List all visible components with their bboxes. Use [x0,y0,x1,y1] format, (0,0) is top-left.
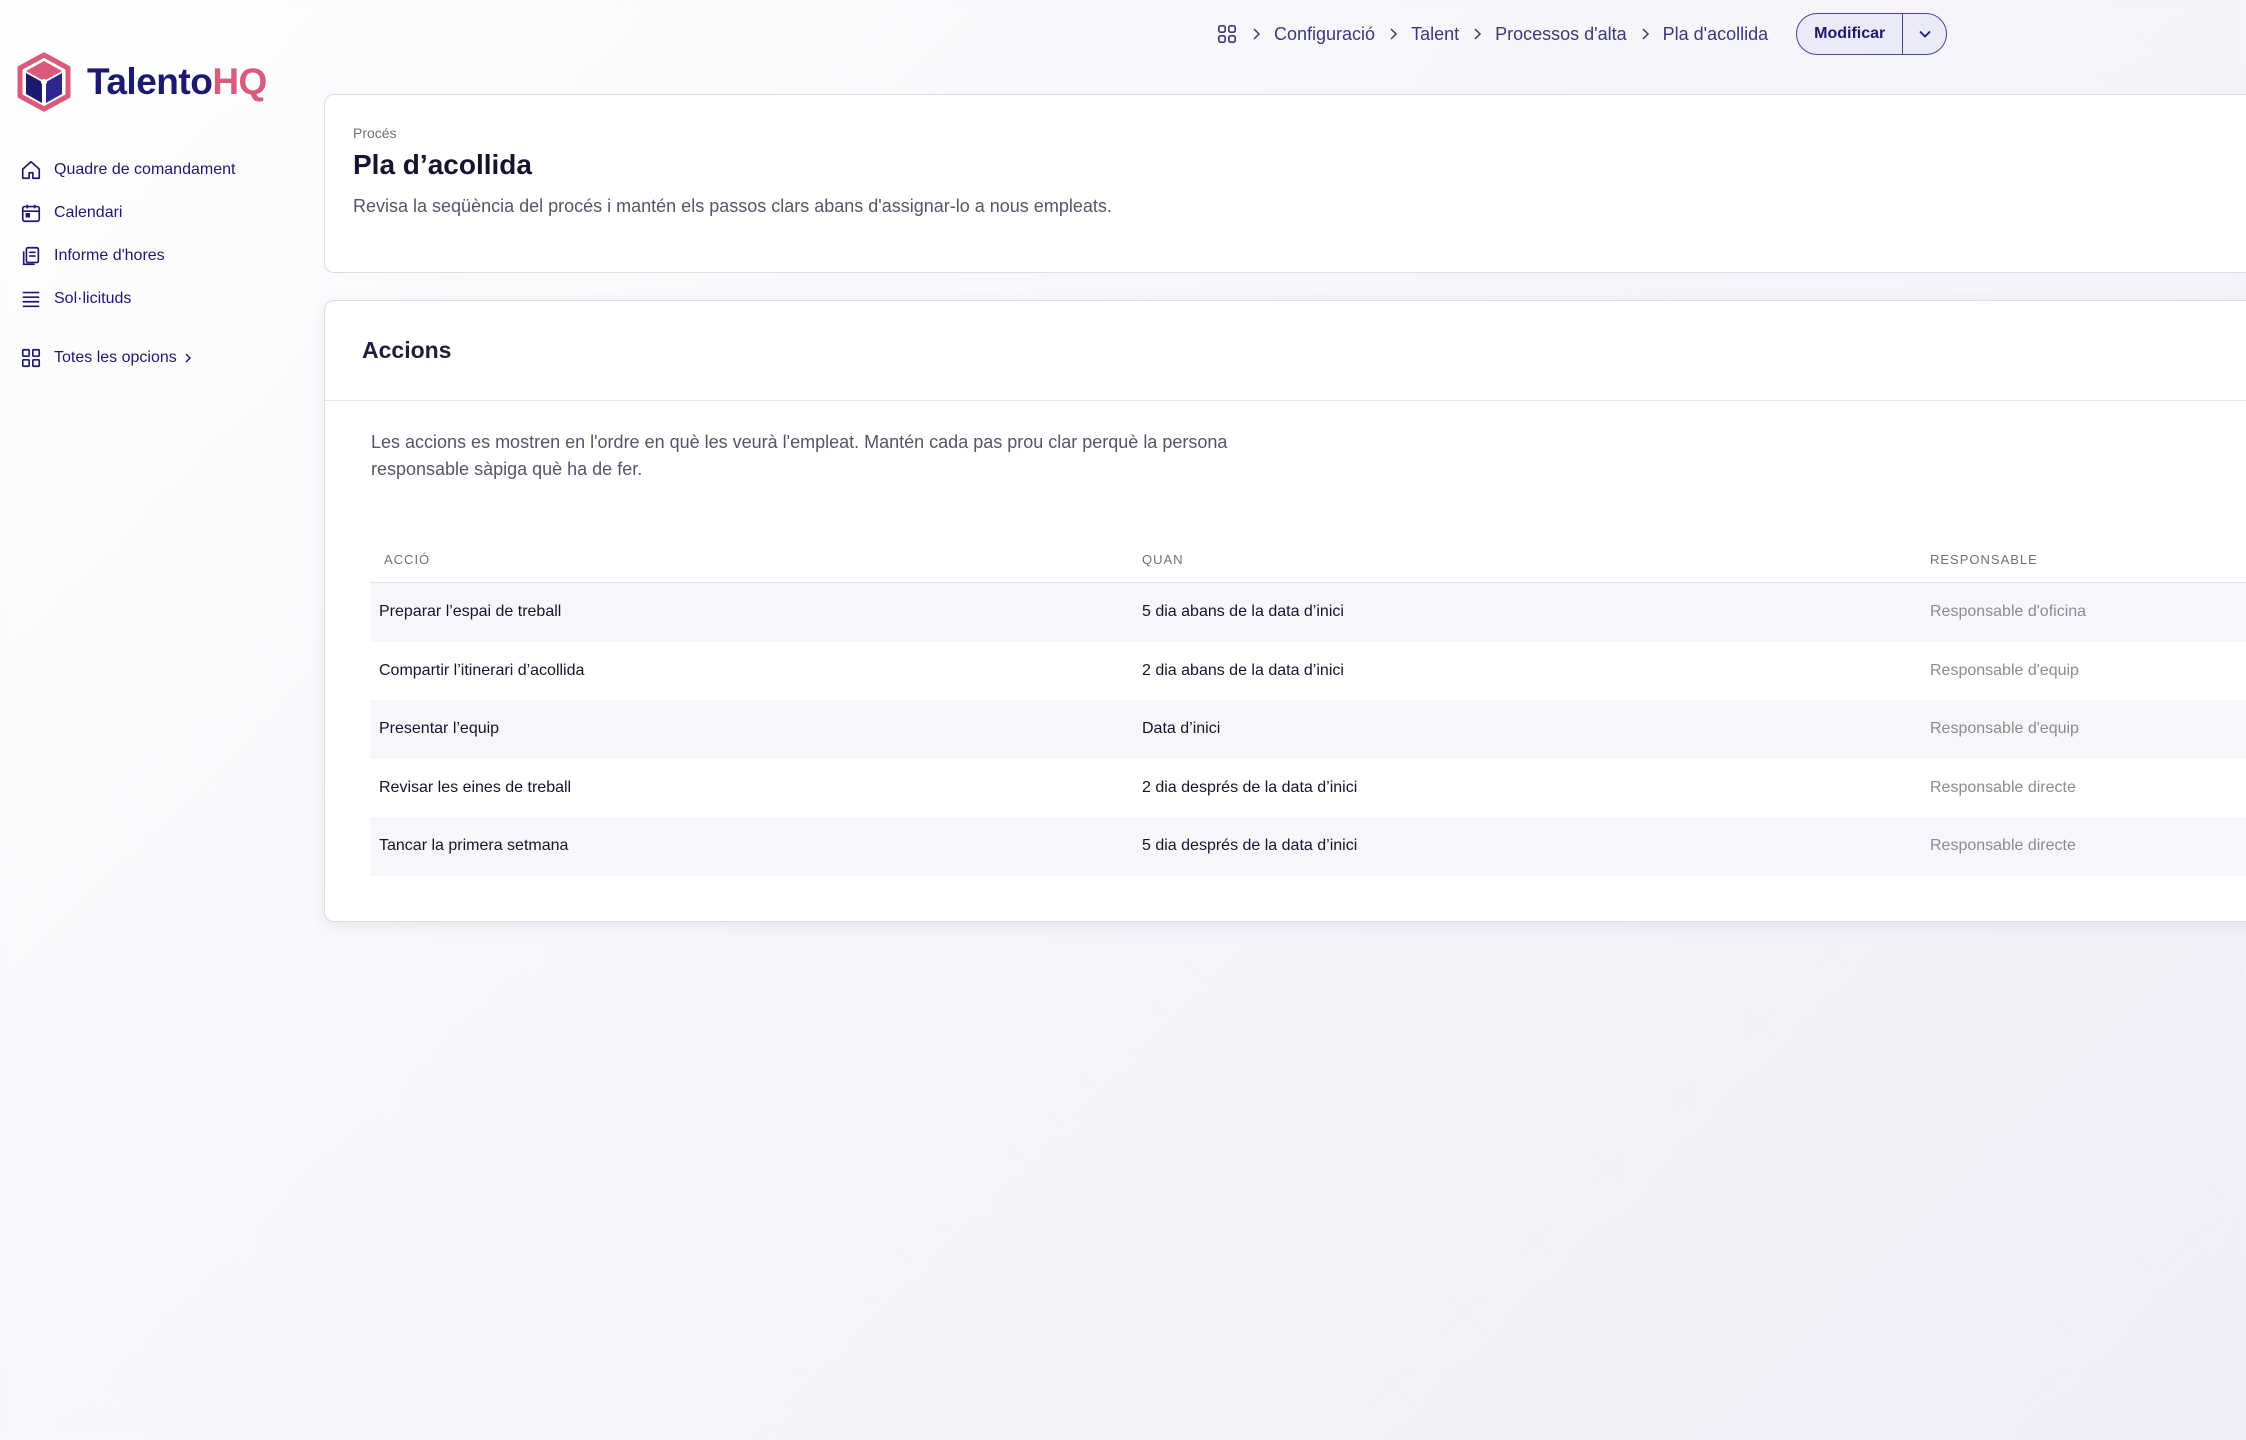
sidebar-item-dashboard[interactable]: Quadre de comandament [20,148,235,191]
table-header: ACCIÓ QUAN RESPONSABLE [370,537,2246,583]
sidebar-item-requests[interactable]: Sol·licituds [20,277,235,320]
brand-name: TalentoHQ [87,61,267,102]
actions-header: Accions [325,301,2246,401]
cell-action: Compartir l’itinerari d’acollida [379,661,585,679]
home-icon [20,159,42,181]
cell-when: 5 dia abans de la data d’inici [1142,603,1344,621]
chevron-right-icon [185,352,191,363]
breadcrumb: Configuració Talent Processos d'alta Pla… [1216,12,1948,56]
breadcrumb-current: Pla d'acollida [1662,23,1769,44]
process-eyebrow: Procés [353,125,397,141]
cell-owner: Responsable d'oficina [1930,603,2087,621]
grid-icon [20,347,42,369]
cell-when: 2 dia abans de la data d’inici [1142,661,1344,679]
brand-logo[interactable]: TalentoHQ [17,52,267,112]
cell-owner: Responsable directe [1930,778,2076,796]
actions-description: Les accions es mostren en l'ordre en què… [371,432,1228,479]
sidebar-item-calendar[interactable]: Calendari [20,191,235,234]
cube-logo-icon [17,52,71,112]
chevron-right-icon [1251,28,1261,40]
cell-when: 5 dia després de la data d’inici [1142,837,1358,855]
sidebar-item-label: Calendari [54,203,123,221]
list-icon [20,288,42,310]
report-icon [20,245,42,267]
table-row[interactable]: Presentar l’equip Data d’inici Responsab… [370,700,2246,759]
cell-when: 2 dia després de la data d’inici [1142,778,1358,796]
chevron-right-icon [1472,28,1482,40]
calendar-icon [20,202,42,224]
sidebar-item-label: Sol·licituds [54,289,132,307]
cell-owner: Responsable directe [1930,837,2076,855]
edit-split-button: Modificar [1796,13,1948,55]
sidebar-item-label: Totes les opcions [54,348,177,366]
chevron-down-icon [1919,30,1931,38]
cell-action: Revisar les eines de treball [379,778,572,796]
cell-owner: Responsable d'equip [1930,720,2079,738]
breadcrumb-configuration[interactable]: Configuració [1274,24,1375,45]
cell-owner: Responsable d'equip [1930,661,2079,679]
process-card: Procés Pla d’acollida Revisa la seqüènci… [324,94,2246,273]
chevron-right-icon [1640,28,1650,40]
sidebar-nav: Quadre de comandament Calendari Informe … [20,148,235,379]
column-header-action: ACCIÓ [384,552,431,567]
sidebar: TalentoHQ Quadre de comandament Calendar… [0,0,310,1440]
chevron-right-icon [1388,28,1398,40]
process-description: Revisa la seqüència del procés i mantén … [353,196,1112,216]
column-header-when: QUAN [1142,552,1184,567]
table-row[interactable]: Revisar les eines de treball 2 dia despr… [370,758,2246,817]
column-header-owner: RESPONSABLE [1930,552,2038,567]
cell-action: Tancar la primera setmana [379,837,569,855]
nav-divider [20,320,235,336]
cell-action: Preparar l’espai de treball [379,603,562,621]
actions-table: ACCIÓ QUAN RESPONSABLE Preparar l’espai … [370,537,2246,876]
table-body: Preparar l’espai de treball 5 dia abans … [370,583,2246,876]
sidebar-item-label: Quadre de comandament [54,160,236,178]
actions-card: Accions Les accions es mostren en l'ordr… [324,300,2246,922]
actions-title: Accions [362,337,452,363]
sidebar-item-label: Informe d'hores [54,246,165,264]
edit-options-toggle[interactable] [1902,14,1946,54]
page-title: Pla d’acollida [353,149,532,180]
sidebar-item-hours-report[interactable]: Informe d'hores [20,234,235,277]
table-row[interactable]: Tancar la primera setmana 5 dia després … [370,817,2246,876]
breadcrumb-onboarding-processes[interactable]: Processos d'alta [1495,24,1627,45]
table-row[interactable]: Preparar l’espai de treball 5 dia abans … [370,583,2246,642]
cell-when: Data d’inici [1142,720,1221,738]
table-row[interactable]: Compartir l’itinerari d’acollida 2 dia a… [370,641,2246,700]
edit-button[interactable]: Modificar [1797,14,1902,54]
apps-grid-icon[interactable] [1216,23,1238,45]
sidebar-item-all-options[interactable]: Totes les opcions [20,336,235,379]
cell-action: Presentar l’equip [379,720,500,738]
breadcrumb-talent[interactable]: Talent [1411,24,1459,45]
